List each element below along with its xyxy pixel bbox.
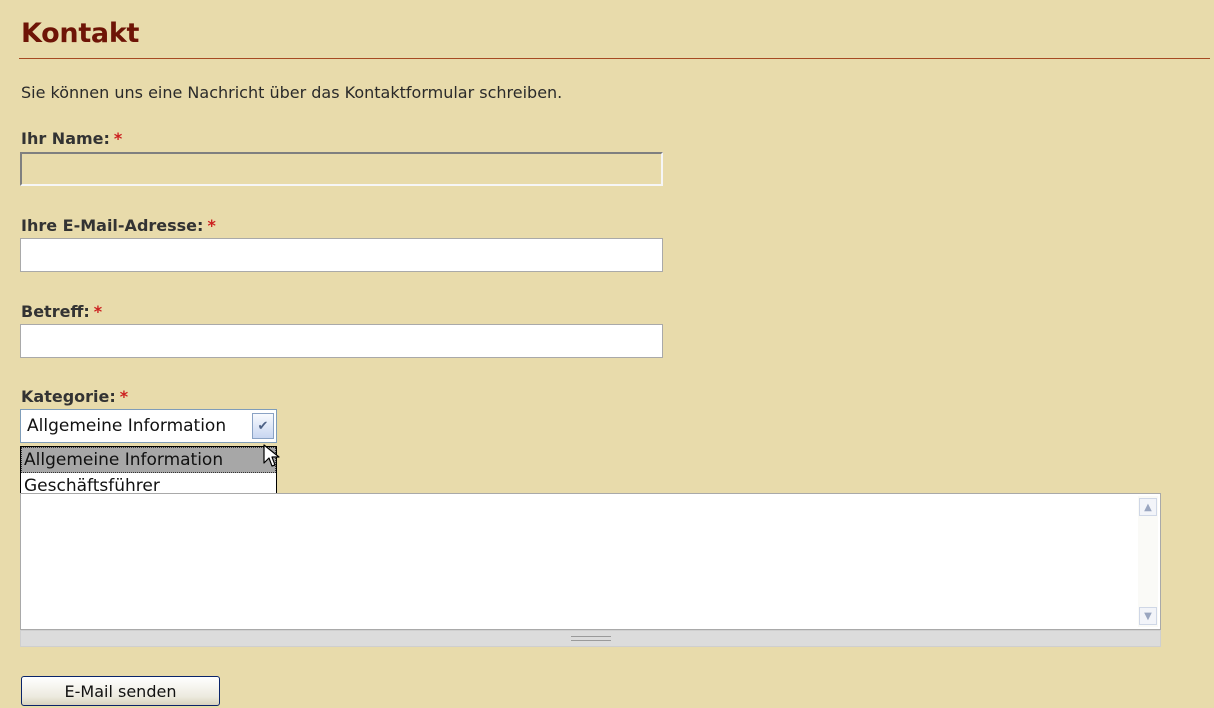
name-field[interactable] xyxy=(20,152,663,186)
mouse-pointer-icon xyxy=(263,444,280,467)
page-title: Kontakt xyxy=(21,18,140,49)
category-label: Kategorie: * xyxy=(21,387,128,406)
textarea-scrollbar[interactable]: ▲ ▼ xyxy=(1138,496,1158,627)
dropdown-option-allgemeine-information[interactable]: Allgemeine Information xyxy=(21,447,276,473)
required-marker: * xyxy=(207,216,216,235)
required-marker: * xyxy=(93,302,103,321)
required-marker: * xyxy=(119,387,129,406)
category-dropdown-list[interactable]: Allgemeine Information Geschäftsführer xyxy=(20,446,277,500)
textarea-resize-handle[interactable] xyxy=(20,630,1161,647)
category-select[interactable]: Allgemeine Information ✔︎ xyxy=(20,409,277,443)
intro-text: Sie können uns eine Nachricht über das K… xyxy=(21,83,563,102)
required-marker: * xyxy=(113,129,123,148)
title-divider xyxy=(19,58,1210,59)
category-label-text: Kategorie: xyxy=(21,387,116,406)
subject-label-text: Betreff: xyxy=(21,302,90,321)
name-label: Ihr Name: * xyxy=(21,129,122,148)
message-textarea[interactable]: ▲ ▼ xyxy=(20,493,1161,630)
chevron-down-icon[interactable]: ✔︎ xyxy=(252,413,274,439)
email-field[interactable] xyxy=(20,238,663,272)
subject-label: Betreff: * xyxy=(21,302,102,321)
send-email-button[interactable]: E-Mail senden xyxy=(21,676,220,706)
subject-field[interactable] xyxy=(20,324,663,358)
email-label-text: Ihre E-Mail-Adresse: xyxy=(21,216,204,235)
scroll-up-icon[interactable]: ▲ xyxy=(1139,498,1157,516)
resize-grip-icon xyxy=(571,636,611,641)
scroll-down-icon[interactable]: ▼ xyxy=(1139,607,1157,625)
name-label-text: Ihr Name: xyxy=(21,129,110,148)
email-label: Ihre E-Mail-Adresse: * xyxy=(21,216,216,235)
category-selected-value: Allgemeine Information xyxy=(27,416,227,436)
